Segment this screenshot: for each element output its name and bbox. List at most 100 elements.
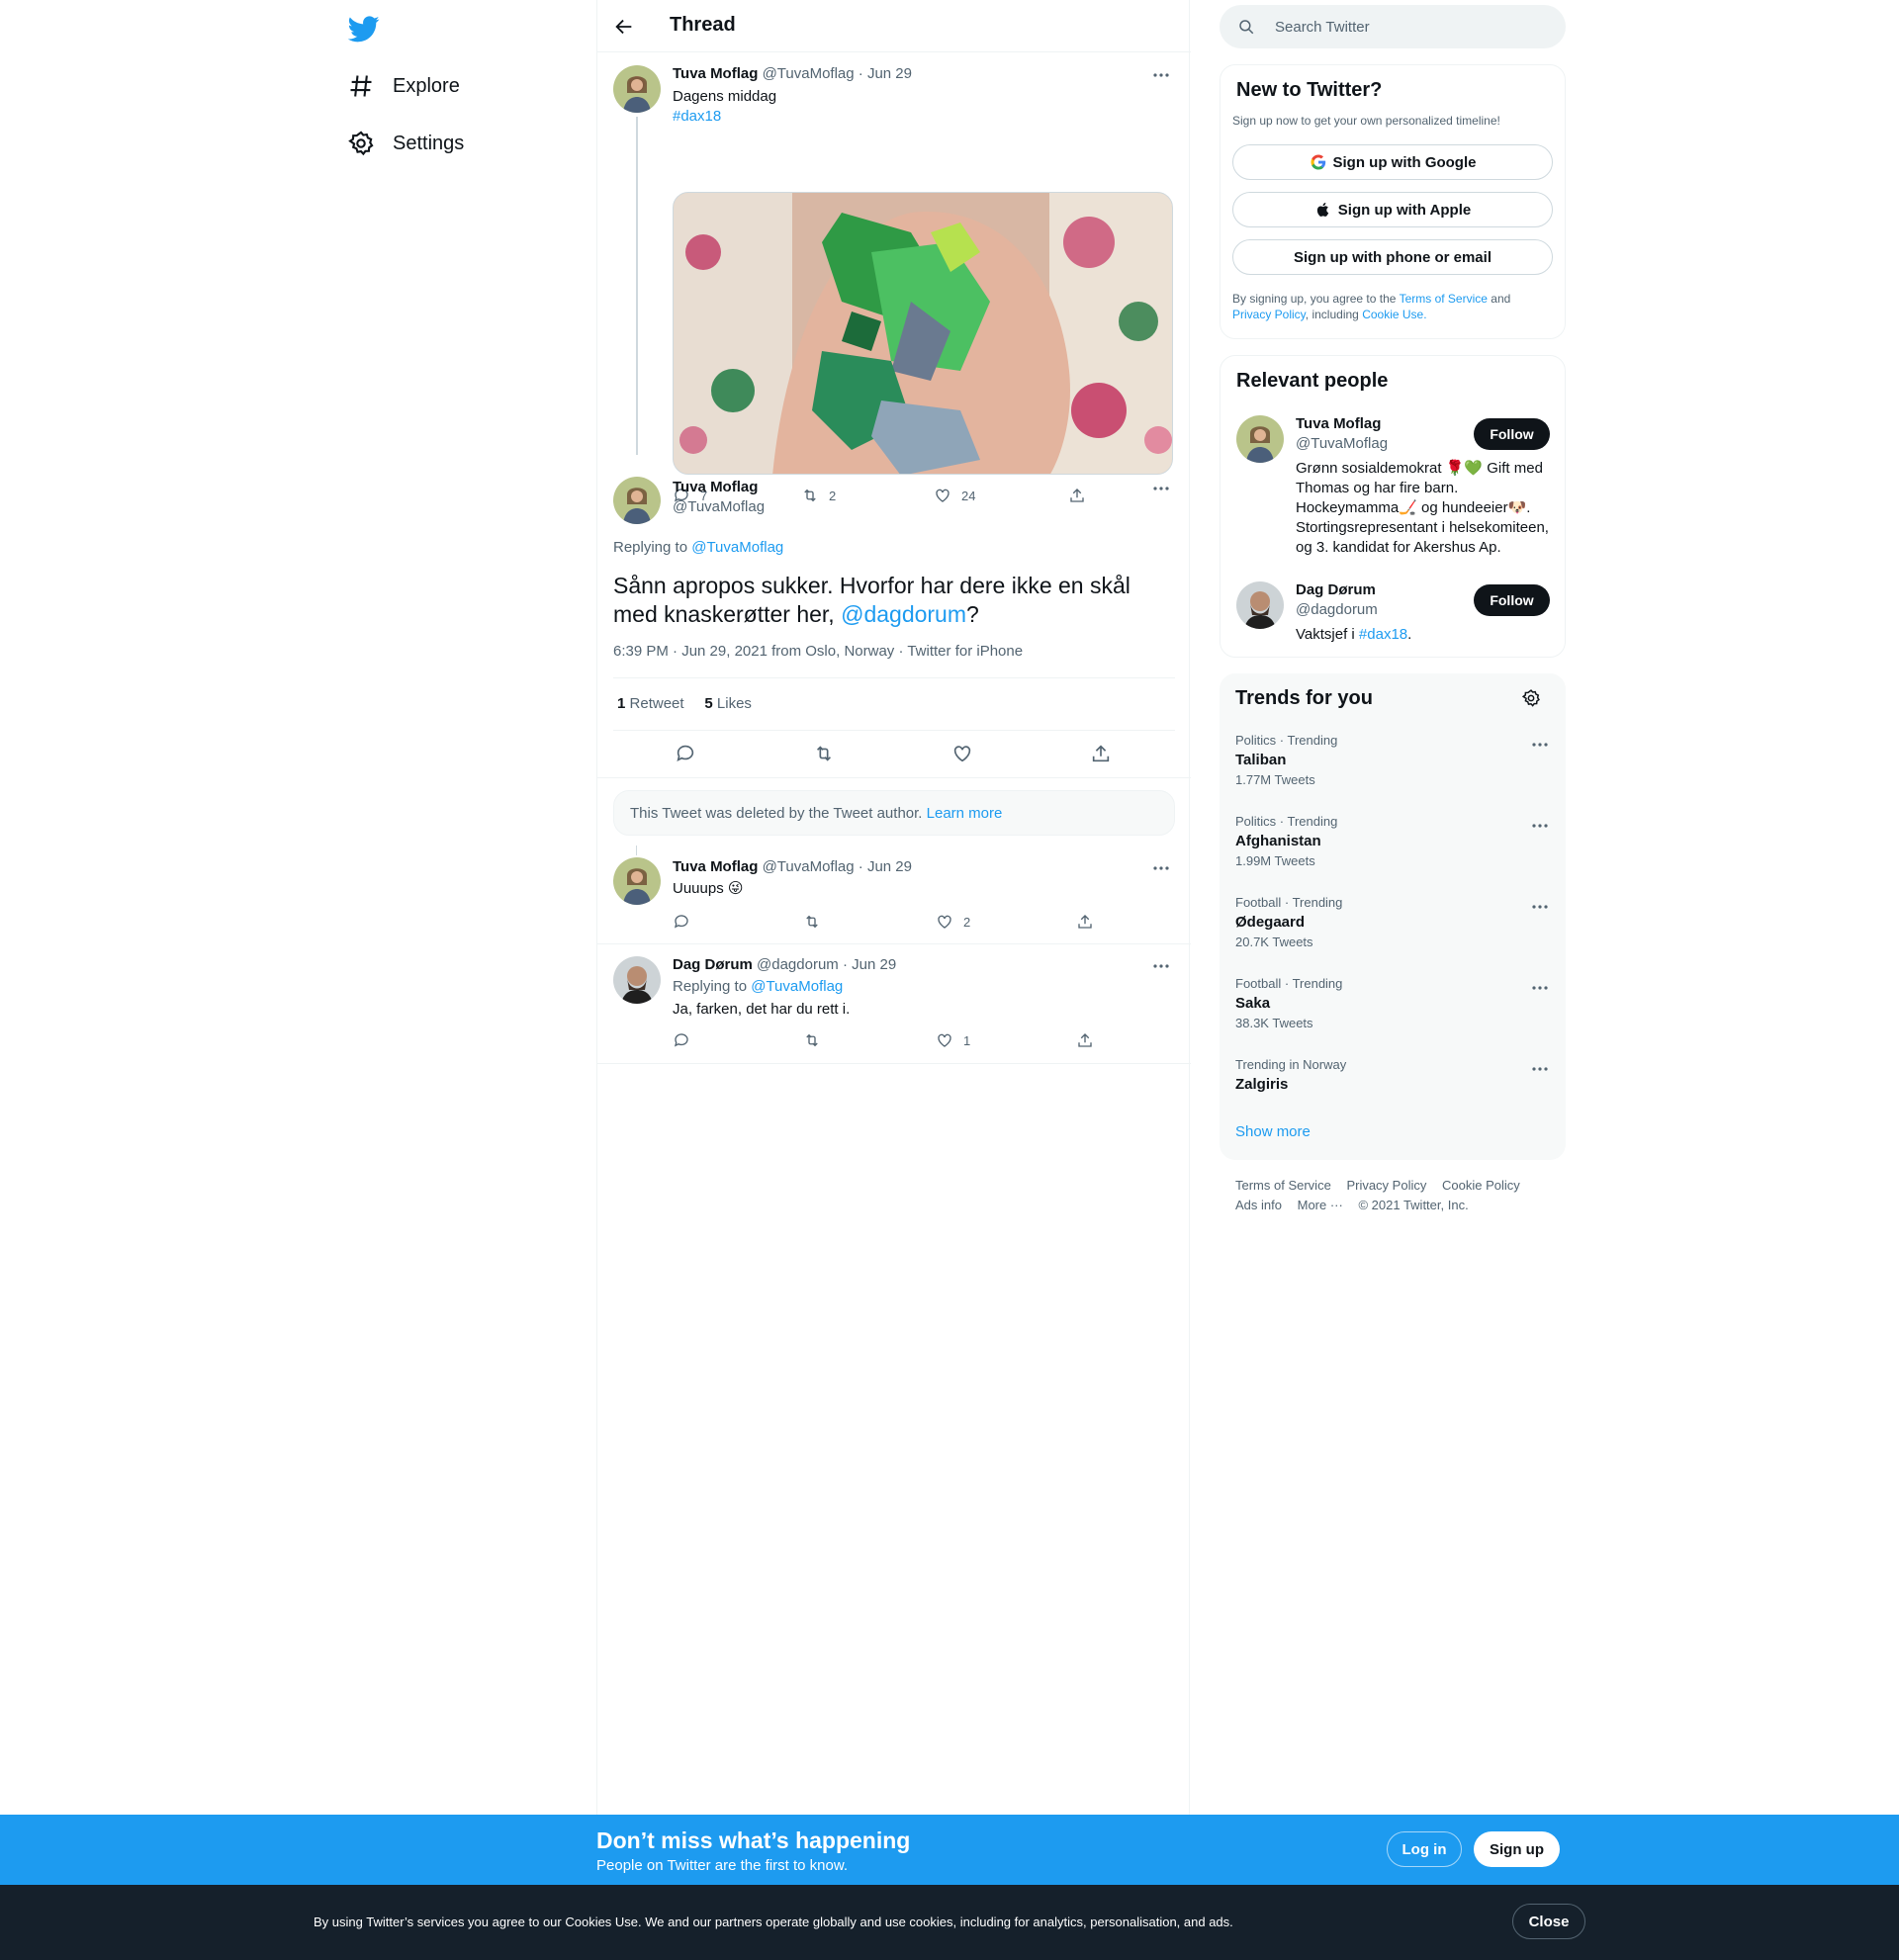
avatar[interactable] (1236, 415, 1284, 463)
tweet-date[interactable]: · Jun 29 (859, 858, 912, 875)
back-arrow-icon[interactable] (613, 16, 635, 38)
trend-item[interactable]: Politics · Trending Taliban 1.77M Tweets (1235, 733, 1550, 787)
tweet-4[interactable]: Dag Dørum @dagdorum · Jun 29 Replying to… (597, 944, 1191, 1063)
signup-phone-button[interactable]: Sign up with phone or email (1232, 239, 1553, 275)
heart-icon (938, 1033, 951, 1047)
retweet-icon (806, 915, 818, 929)
author-handle[interactable]: @TuvaMoflag (673, 498, 765, 515)
nav-settings[interactable]: Settings (347, 124, 464, 163)
cookie-text: By using Twitter’s services you agree to… (314, 1915, 1233, 1929)
trend-count: 1.99M Tweets (1235, 853, 1315, 868)
tweet-3[interactable]: Tuva Moflag @TuvaMoflag · Jun 29 Uuuups … (597, 846, 1191, 944)
trend-item[interactable]: Football · Trending Ødegaard 20.7K Tweet… (1235, 895, 1550, 949)
avatar[interactable] (1236, 581, 1284, 629)
signup-apple-button[interactable]: Sign up with Apple (1232, 192, 1553, 227)
author-name[interactable]: Tuva Moflag (673, 858, 758, 875)
more-icon[interactable] (1530, 816, 1550, 836)
cookie-link[interactable]: Cookie Use. (1362, 308, 1426, 321)
like-stat-count[interactable]: 5 (704, 695, 712, 712)
trend-item[interactable]: Trending in Norway Zalgiris (1235, 1057, 1550, 1093)
tweet-1[interactable]: Tuva Moflag @TuvaMoflag · Jun 29 Dagens … (597, 53, 1191, 503)
main-tweet-text: Sånn apropos sukker. Hvorfor har dere ik… (613, 573, 1130, 627)
avatar[interactable] (613, 857, 661, 905)
reply-icon[interactable] (675, 743, 696, 764)
retweet-button[interactable] (803, 913, 831, 931)
footer-more-link[interactable]: More ··· (1298, 1198, 1343, 1212)
reply-button[interactable] (673, 1031, 700, 1049)
follow-button[interactable]: Follow (1474, 584, 1550, 616)
more-icon[interactable] (1530, 897, 1550, 917)
person-name[interactable]: Tuva Moflag (1296, 415, 1381, 432)
hashtag-link[interactable]: #dax18 (1359, 626, 1407, 643)
heart-icon[interactable] (951, 743, 973, 764)
signup-google-button[interactable]: Sign up with Google (1232, 144, 1553, 180)
retweet-stat-label[interactable]: Retweet (630, 695, 684, 712)
author-handle[interactable]: @dagdorum (757, 956, 839, 973)
avatar[interactable] (613, 956, 661, 1004)
like-stat-label[interactable]: Likes (717, 695, 752, 712)
share-button[interactable] (1076, 1031, 1094, 1049)
retweet-stat-count[interactable]: 1 (617, 695, 625, 712)
reply-button[interactable] (673, 913, 700, 931)
more-icon[interactable] (1151, 479, 1171, 498)
tweet-photo[interactable] (673, 192, 1173, 475)
replying-to-link[interactable]: @TuvaMoflag (751, 978, 843, 995)
author-name[interactable]: Tuva Moflag (673, 479, 758, 495)
like-count: 1 (963, 1032, 971, 1048)
tweet-date[interactable]: · Jun 29 (843, 956, 896, 973)
mention-link[interactable]: @dagdorum (841, 601, 966, 627)
more-icon[interactable] (1530, 735, 1550, 755)
more-icon[interactable] (1151, 858, 1171, 878)
footer-privacy-link[interactable]: Privacy Policy (1346, 1178, 1426, 1193)
more-icon[interactable] (1530, 978, 1550, 998)
gear-icon[interactable] (1521, 688, 1541, 708)
retweet-icon[interactable] (813, 743, 835, 764)
footer-terms-link[interactable]: Terms of Service (1235, 1178, 1331, 1193)
learn-more-link[interactable]: Learn more (927, 805, 1003, 822)
footer-ads-link[interactable]: Ads info (1235, 1198, 1282, 1212)
more-icon[interactable] (1151, 956, 1171, 976)
trend-item[interactable]: Football · Trending Saka 38.3K Tweets (1235, 976, 1550, 1030)
trend-name: Taliban (1235, 752, 1287, 768)
author-name[interactable]: Dag Dørum (673, 956, 753, 973)
twitter-logo-icon[interactable] (348, 13, 380, 45)
search-box[interactable] (1220, 5, 1566, 48)
more-icon[interactable] (1151, 65, 1171, 85)
author-name[interactable]: Tuva Moflag (673, 65, 758, 82)
tweet-date[interactable]: · Jun 29 (859, 65, 912, 82)
show-more-link[interactable]: Show more (1235, 1123, 1311, 1140)
replying-to: Replying to @TuvaMoflag (613, 539, 784, 556)
share-button[interactable] (1076, 913, 1094, 931)
person-handle[interactable]: @TuvaMoflag (1296, 435, 1388, 452)
trend-context: Football · Trending (1235, 895, 1343, 910)
nav-explore[interactable]: Explore (347, 66, 460, 106)
search-input[interactable] (1275, 5, 1552, 48)
person-name[interactable]: Dag Dørum (1296, 581, 1376, 598)
trends-card: Trends for you Politics · Trending Talib… (1220, 673, 1566, 1160)
trend-item[interactable]: Politics · Trending Afghanistan 1.99M Tw… (1235, 814, 1550, 868)
author-handle[interactable]: @TuvaMoflag (763, 65, 855, 82)
trend-context: Football · Trending (1235, 976, 1343, 991)
follow-button[interactable]: Follow (1474, 418, 1550, 450)
tweet-meta[interactable]: 6:39 PM · Jun 29, 2021 from Oslo, Norway… (613, 643, 1023, 660)
avatar[interactable] (613, 65, 661, 113)
privacy-link[interactable]: Privacy Policy (1232, 308, 1306, 321)
trends-title: Trends for you (1235, 687, 1373, 709)
like-button[interactable]: 2 (936, 913, 970, 931)
person-item[interactable]: Tuva Moflag @TuvaMoflag Follow Grønn sos… (1221, 415, 1567, 564)
close-button[interactable]: Close (1512, 1904, 1585, 1939)
share-icon[interactable] (1090, 743, 1112, 764)
terms-link[interactable]: Terms of Service (1400, 292, 1488, 306)
retweet-button[interactable] (803, 1031, 831, 1049)
more-icon[interactable] (1530, 1059, 1550, 1079)
person-handle[interactable]: @dagdorum (1296, 601, 1378, 618)
signup-button[interactable]: Sign up (1474, 1831, 1560, 1867)
avatar[interactable] (613, 477, 661, 524)
author-handle[interactable]: @TuvaMoflag (763, 858, 855, 875)
hashtag-link[interactable]: #dax18 (673, 107, 721, 127)
replying-to-link[interactable]: @TuvaMoflag (691, 539, 783, 556)
login-button[interactable]: Log in (1387, 1831, 1462, 1867)
footer-cookie-link[interactable]: Cookie Policy (1442, 1178, 1520, 1193)
person-item[interactable]: Dag Dørum @dagdorum Follow Vaktsjef i #d… (1221, 581, 1567, 651)
like-button[interactable]: 1 (936, 1031, 970, 1049)
